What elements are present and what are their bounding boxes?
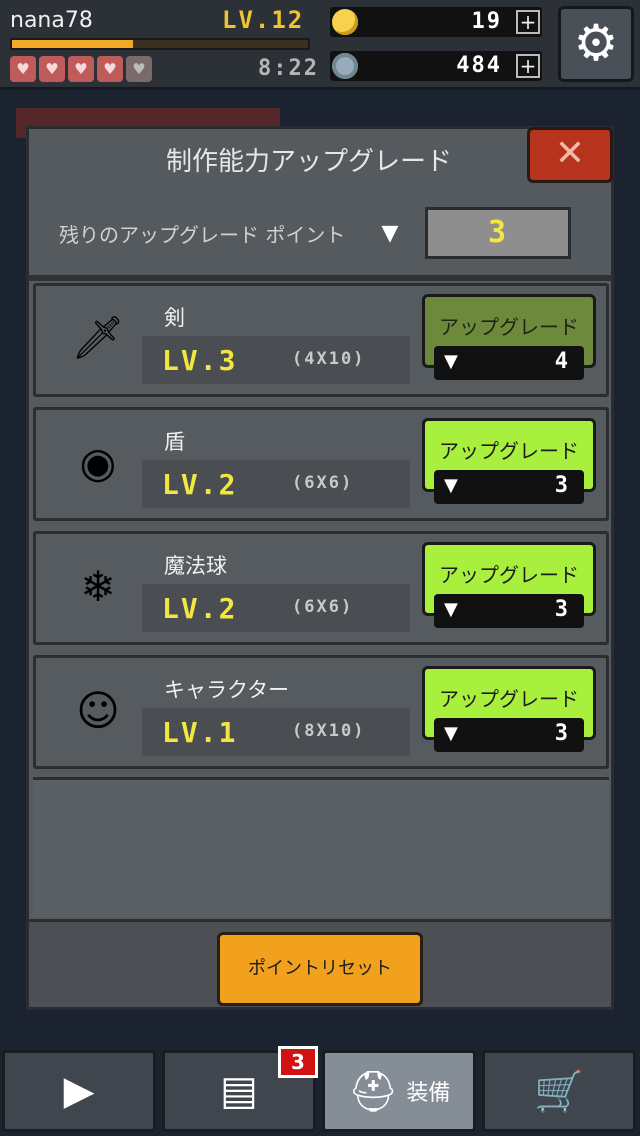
upgrade-cost: ▼ 3 [434,718,584,752]
anvil-icon: ▼ [444,723,458,744]
cost-value: 3 [554,721,570,746]
item-name: キャラクター [164,678,290,702]
heart-icon: ♥ [10,56,36,82]
gold-counter: 19 + [330,7,542,37]
anvil-icon: ▼ [444,351,458,372]
gear-icon: ⚙ [573,14,619,72]
reset-points-button[interactable]: ポイントリセット [217,932,423,1006]
item-dimensions: (4X10) [292,349,366,369]
heart-icon: ♥ [97,56,123,82]
settings-button[interactable]: ⚙ [558,6,634,82]
gold-value: 19 [471,9,502,34]
xp-bar [10,38,310,50]
item-name: 剣 [164,306,185,330]
empty-list-area [33,777,609,917]
upgrade-row: ☺ キャラクター LV.1 (8X10) アップグレード ▼ 3 [33,655,609,769]
remaining-points-value: 3 [425,207,571,259]
heart-icon: ♥ [39,56,65,82]
dialog-title: 制作能力アップグレード [165,147,452,177]
level-box: LV.3 (4X10) [142,336,410,384]
divider [29,275,611,281]
nav-play-button[interactable]: ▶ [2,1050,156,1132]
shield-icon: ◉ [79,437,117,487]
reset-bar: ポイントリセット [29,919,611,1007]
stamina-timer: 8:22 [258,56,319,81]
remaining-points-label: 残りのアップグレード ポイント [59,223,346,247]
upgrade-row: ❄ 魔法球 LV.2 (6X6) アップグレード ▼ 3 [33,531,609,645]
play-icon: ▶ [63,1068,95,1114]
upgrade-cost: ▼ 3 [434,594,584,628]
item-dimensions: (6X6) [292,473,354,493]
item-level: LV.2 [162,592,238,625]
upgrade-row: 🗡 剣 LV.3 (4X10) アップグレード ▼ 4 [33,283,609,397]
xp-bar-fill [12,40,134,48]
helmet-icon: ⛑ [347,1068,399,1115]
nav-shop-button[interactable]: 🛒 [482,1050,636,1132]
character-icon: ☺ [76,685,120,735]
gold-coin-icon [332,9,358,35]
upgrade-row: ◉ 盾 LV.2 (6X6) アップグレード ▼ 3 [33,407,609,521]
anvil-icon: ▼ [444,599,458,620]
nav-equip-label: 装備 [406,1081,451,1106]
gem-icon [332,53,358,79]
upgrade-dialog: 制作能力アップグレード ✕ 残りのアップグレード ポイント ▼ 3 🗡 剣 LV.3… [26,126,614,1010]
item-level: LV.3 [162,344,238,377]
bottom-nav: ▶ ▤ 3 ⛑ 装備 🛒 [0,1046,640,1136]
player-level: LV.12 [222,6,305,34]
level-box: LV.1 (8X10) [142,708,410,756]
chest-icon: ▤ [220,1068,258,1114]
item-name: 盾 [164,430,185,454]
item-dimensions: (6X6) [292,597,354,617]
gem-value: 484 [456,53,502,78]
close-button[interactable]: ✕ [527,127,613,183]
magic-orb-icon: ❄ [80,561,116,611]
add-gold-button[interactable]: + [516,10,540,34]
cost-value: 3 [554,473,570,498]
upgrade-cost: ▼ 3 [434,470,584,504]
cost-value: 4 [554,349,570,374]
upgrade-cost: ▼ 4 [434,346,584,380]
close-icon: ✕ [554,133,586,174]
item-level: LV.1 [162,716,238,749]
username: nana78 [10,8,93,33]
top-hud: nana78 LV.12 ♥ ♥ ♥ ♥ ♥ 8:22 19 + 484 + ⚙ [0,0,640,90]
item-dimensions: (8X10) [292,721,366,741]
nav-equip-button[interactable]: ⛑ 装備 [322,1050,476,1132]
stamina-hearts: ♥ ♥ ♥ ♥ ♥ [10,56,152,82]
gem-counter: 484 + [330,51,542,81]
item-name: 魔法球 [164,554,227,578]
level-box: LV.2 (6X6) [142,460,410,508]
anvil-icon: ▼ [444,475,458,496]
heart-icon: ♥ [68,56,94,82]
anvil-icon: ▼ [381,221,399,246]
cost-value: 3 [554,597,570,622]
item-level: LV.2 [162,468,238,501]
sword-icon: 🗡 [71,313,125,362]
heart-empty-icon: ♥ [126,56,152,82]
add-gems-button[interactable]: + [516,54,540,78]
cart-icon: 🛒 [534,1068,584,1115]
chest-badge: 3 [278,1046,318,1078]
level-box: LV.2 (6X6) [142,584,410,632]
